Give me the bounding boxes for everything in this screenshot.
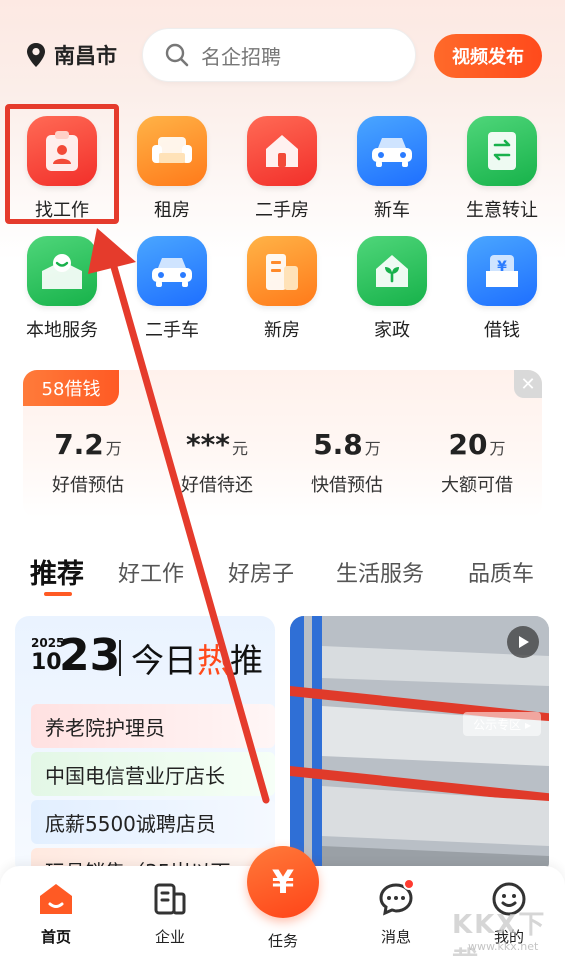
warehouse-shelves-image	[290, 616, 549, 876]
hot-title: 今日热推	[131, 634, 263, 682]
loan-unit: 万	[364, 439, 381, 458]
service-label: 二手房	[255, 200, 309, 221]
list-item[interactable]: 养老院护理员	[31, 704, 275, 748]
watermark-url: www.kkx.net	[468, 940, 539, 953]
task-button[interactable]: ¥	[247, 846, 319, 918]
loan-unit: 万	[105, 439, 122, 458]
service-label: 借钱	[484, 320, 520, 341]
loan-item[interactable]: *** 元 好借待还	[152, 428, 282, 497]
active-tab-indicator	[44, 592, 72, 596]
service-loan[interactable]: ¥ 借钱	[447, 236, 557, 346]
loan-value: 5.8	[313, 428, 363, 461]
list-item[interactable]: 底薪5500诚聘店员	[31, 800, 275, 844]
service-label: 家政	[374, 320, 410, 341]
nav-messages[interactable]: 消息	[356, 878, 436, 947]
loan-card[interactable]: 58借钱 ✕ 7.2 万 好借预估 *** 元 好借待还 5.8 万 快借预估 20 万…	[23, 370, 542, 518]
loan-caption: 快借预估	[311, 475, 383, 496]
home-icon	[37, 880, 75, 918]
loan-value: 7.2	[54, 428, 104, 461]
hot-title-accent: 热	[197, 641, 230, 680]
used-car-icon	[137, 236, 207, 306]
nav-enterprise[interactable]: 企业	[130, 880, 210, 947]
date-block: 2025 10 23	[31, 630, 120, 681]
loan-caption: 好借预估	[52, 475, 124, 496]
task-label: 任务	[267, 932, 298, 950]
loan-item[interactable]: 20 万 大额可借	[412, 428, 542, 497]
tab-good-jobs[interactable]: 好工作	[118, 556, 184, 588]
search-placeholder: 名企招聘	[201, 44, 281, 69]
service-label: 二手车	[145, 320, 199, 341]
service-label: 本地服务	[26, 320, 98, 341]
nav-home[interactable]: 首页	[16, 880, 96, 947]
video-card[interactable]: 公示专区 ▸	[290, 616, 549, 876]
close-icon[interactable]: ✕	[514, 370, 542, 398]
local-service-icon	[27, 236, 97, 306]
notification-badge	[403, 878, 415, 890]
tab-life-services[interactable]: 生活服务	[336, 556, 424, 588]
loan-caption: 好借待还	[181, 475, 253, 496]
date-day: 23	[59, 630, 121, 681]
loan-value: ***	[186, 428, 230, 461]
loan-unit: 元	[231, 439, 248, 458]
location-pin-icon	[27, 43, 45, 67]
service-business-transfer[interactable]: 生意转让	[447, 116, 557, 226]
content-tabs: 推荐 好工作 好房子 生活服务 品质车	[30, 552, 550, 600]
hot-title-post: 推	[230, 641, 263, 680]
service-rent[interactable]: 租房	[117, 116, 227, 226]
service-new-car[interactable]: 新车	[337, 116, 447, 226]
sofa-icon	[137, 116, 207, 186]
loan-unit: 万	[489, 439, 506, 458]
message-icon	[377, 878, 415, 918]
building-icon	[247, 236, 317, 306]
header: 南昌市 名企招聘 视频发布	[0, 28, 565, 84]
play-icon[interactable]	[507, 626, 539, 658]
service-label: 新房	[264, 320, 300, 341]
highlight-box	[5, 104, 119, 224]
daily-hot-card[interactable]: 2025 10 23 今日热推 养老院护理员 中国电信营业厅店长 底薪5500诚…	[15, 616, 275, 876]
video-publish-button[interactable]: 视频发布	[434, 34, 542, 78]
car-icon	[357, 116, 427, 186]
nav-label: 企业	[154, 928, 185, 946]
city-selector[interactable]: 南昌市	[26, 40, 117, 70]
service-second-hand-house[interactable]: 二手房	[227, 116, 337, 226]
city-name: 南昌市	[54, 44, 117, 68]
service-label: 租房	[154, 200, 190, 221]
nav-label: 消息	[380, 928, 411, 946]
loan-item[interactable]: 7.2 万 好借预估	[23, 428, 153, 497]
service-label: 新车	[374, 200, 410, 221]
hot-list: 养老院护理员 中国电信营业厅店长 底薪5500诚聘店员 玩具销售（35岁以下	[31, 704, 275, 876]
tab-recommend[interactable]: 推荐	[30, 552, 84, 591]
service-used-car[interactable]: 二手车	[117, 236, 227, 346]
house-icon	[247, 116, 317, 186]
divider	[119, 640, 121, 676]
transfer-icon	[467, 116, 537, 186]
service-label: 生意转让	[466, 200, 538, 221]
date-month: 10	[31, 650, 62, 675]
loan-icon: ¥	[467, 236, 537, 306]
search-input[interactable]: 名企招聘	[142, 28, 416, 82]
nav-label: 首页	[40, 928, 71, 946]
promo-tag: 公示专区 ▸	[463, 712, 541, 736]
loan-tag: 58借钱	[23, 370, 119, 406]
tab-quality-cars[interactable]: 品质车	[468, 556, 534, 588]
search-icon	[165, 43, 189, 67]
service-housekeeping[interactable]: 家政	[337, 236, 447, 346]
svg-text:¥: ¥	[497, 259, 507, 275]
loan-item[interactable]: 5.8 万 快借预估	[282, 428, 412, 497]
loan-value: 20	[448, 428, 488, 461]
housekeeping-icon	[357, 236, 427, 306]
tab-good-houses[interactable]: 好房子	[228, 556, 294, 588]
service-new-house[interactable]: 新房	[227, 236, 337, 346]
enterprise-icon	[151, 880, 189, 918]
service-local-service[interactable]: 本地服务	[7, 236, 117, 346]
loan-caption: 大额可借	[441, 475, 513, 496]
hot-title-pre: 今日	[131, 641, 197, 680]
list-item[interactable]: 中国电信营业厅店长	[31, 752, 275, 796]
